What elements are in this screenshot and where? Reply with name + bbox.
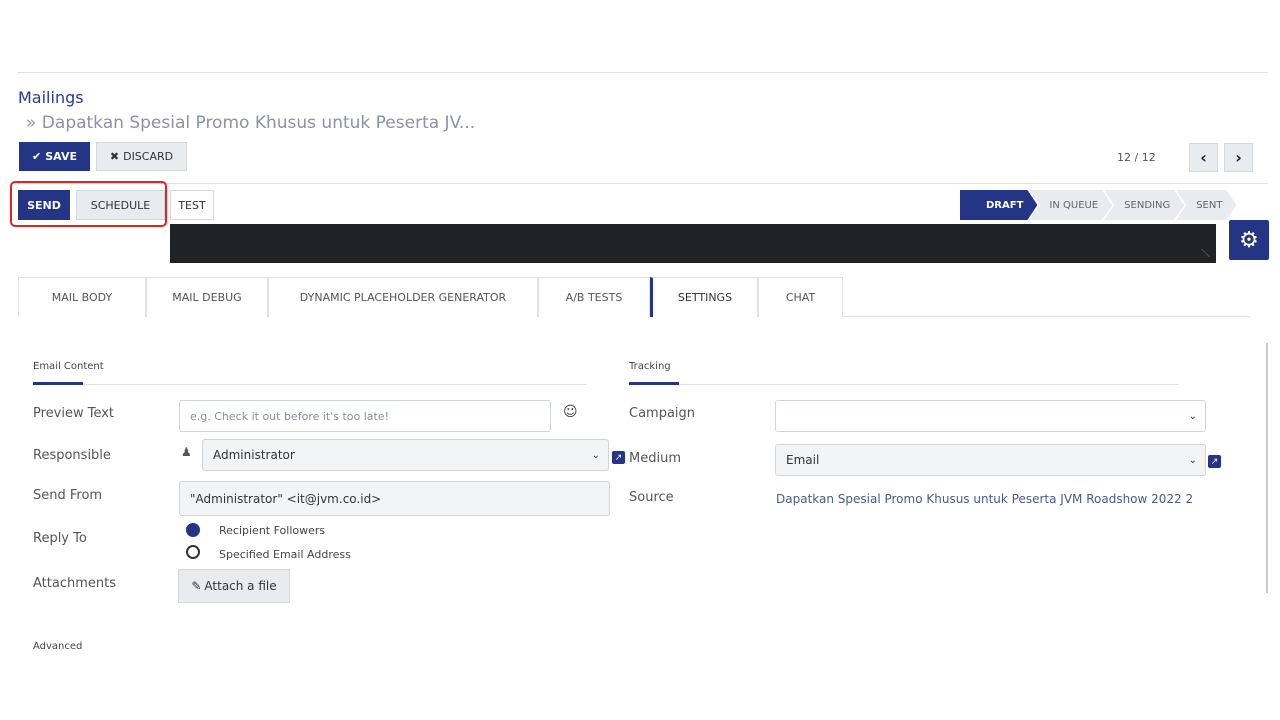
- gear-icon[interactable]: ⚙: [1229, 220, 1269, 260]
- attach-file-label: Attach a file: [204, 579, 277, 593]
- tab-mail-body[interactable]: MAIL BODY: [18, 277, 146, 317]
- medium-label: Medium: [629, 451, 681, 466]
- radio-recipient-followers-label: Recipient Followers: [219, 524, 326, 537]
- scrollbar[interactable]: [1266, 343, 1268, 593]
- reply-to-label: Reply To: [33, 531, 87, 546]
- chevron-down-icon: ⌄: [1188, 454, 1197, 466]
- medium-select[interactable]: Email ⌄: [775, 444, 1206, 476]
- user-avatar-icon: ♟: [181, 445, 192, 459]
- stage-draft[interactable]: DRAFT: [960, 190, 1037, 220]
- save-button[interactable]: ✔ SAVE: [19, 142, 90, 171]
- medium-value: Email: [786, 453, 820, 467]
- section-divider: [33, 384, 586, 385]
- responsible-select[interactable]: Administrator ⌄: [202, 439, 609, 471]
- external-link-icon[interactable]: ↗: [612, 451, 625, 464]
- top-divider: [17, 72, 1268, 73]
- tab-mail-debug[interactable]: MAIL DEBUG: [146, 277, 268, 317]
- stage-in-queue[interactable]: IN QUEUE: [1029, 190, 1112, 220]
- pager-counter: 12 / 12: [1117, 151, 1156, 164]
- chevron-down-icon: ⌄: [1188, 410, 1197, 422]
- stage-sent[interactable]: SENT: [1176, 190, 1236, 220]
- chevron-right-icon: ›: [1235, 148, 1242, 167]
- section-underline: [33, 382, 83, 385]
- save-label: SAVE: [45, 150, 77, 163]
- paperclip-icon: ✎: [191, 579, 202, 593]
- section-email-content: Email Content: [33, 361, 104, 372]
- breadcrumb-root[interactable]: Mailings: [18, 88, 84, 107]
- stage-sending[interactable]: SENDING: [1104, 190, 1184, 220]
- header-divider: [17, 183, 1268, 184]
- send-from-label: Send From: [33, 488, 103, 503]
- pager-next-button[interactable]: ›: [1224, 143, 1253, 172]
- emoji-icon[interactable]: ☺: [563, 404, 578, 420]
- source-value: Dapatkan Spesial Promo Khusus untuk Pese…: [776, 492, 1194, 506]
- notebook-tabs: MAIL BODY MAIL DEBUG DYNAMIC PLACEHOLDER…: [18, 277, 1250, 317]
- tab-chat[interactable]: CHAT: [758, 277, 843, 317]
- send-from-input[interactable]: "Administrator" <it@jvm.co.id>: [179, 481, 610, 516]
- tab-settings[interactable]: SETTINGS: [650, 277, 758, 317]
- send-button[interactable]: SEND: [18, 190, 70, 220]
- status-bar: DRAFT IN QUEUE SENDING SENT: [960, 190, 1236, 220]
- radio-recipient-followers[interactable]: [186, 523, 200, 537]
- responsible-value: Administrator: [213, 448, 295, 462]
- section-advanced: Advanced: [33, 641, 83, 652]
- tab-dynamic-placeholder-generator[interactable]: DYNAMIC PLACEHOLDER GENERATOR: [268, 277, 538, 317]
- responsible-label: Responsible: [33, 448, 111, 463]
- attach-file-button[interactable]: ✎ Attach a file: [178, 569, 290, 603]
- campaign-select[interactable]: ⌄: [775, 400, 1206, 432]
- chevron-down-icon: ⌄: [591, 449, 600, 461]
- test-button[interactable]: TEST: [170, 190, 214, 220]
- radio-specified-email-label: Specified Email Address: [219, 548, 351, 561]
- check-icon: ✔: [32, 150, 42, 163]
- preview-text-label: Preview Text: [33, 406, 115, 421]
- source-label: Source: [629, 490, 674, 505]
- section-underline: [629, 382, 679, 385]
- discard-label: DISCARD: [123, 150, 174, 163]
- campaign-label: Campaign: [629, 406, 696, 421]
- section-tracking: Tracking: [629, 361, 671, 372]
- chevron-left-icon: ‹: [1200, 148, 1207, 167]
- discard-button[interactable]: ✖ DISCARD: [96, 142, 187, 171]
- tab-ab-tests[interactable]: A/B TESTS: [538, 277, 650, 317]
- external-link-icon[interactable]: ↗: [1208, 455, 1221, 468]
- preview-text-input[interactable]: e.g. Check it out before it's too late!: [179, 400, 551, 432]
- attachments-label: Attachments: [33, 576, 116, 591]
- breadcrumb-current: » Dapatkan Spesial Promo Khusus untuk Pe…: [26, 113, 476, 133]
- schedule-button[interactable]: SCHEDULE: [76, 190, 165, 220]
- code-editor[interactable]: [170, 224, 1216, 263]
- close-icon: ✖: [109, 150, 120, 163]
- radio-specified-email[interactable]: [186, 545, 200, 559]
- section-divider: [629, 384, 1179, 385]
- pager-previous-button[interactable]: ‹: [1189, 143, 1218, 172]
- resize-handle-icon[interactable]: [1194, 249, 1210, 257]
